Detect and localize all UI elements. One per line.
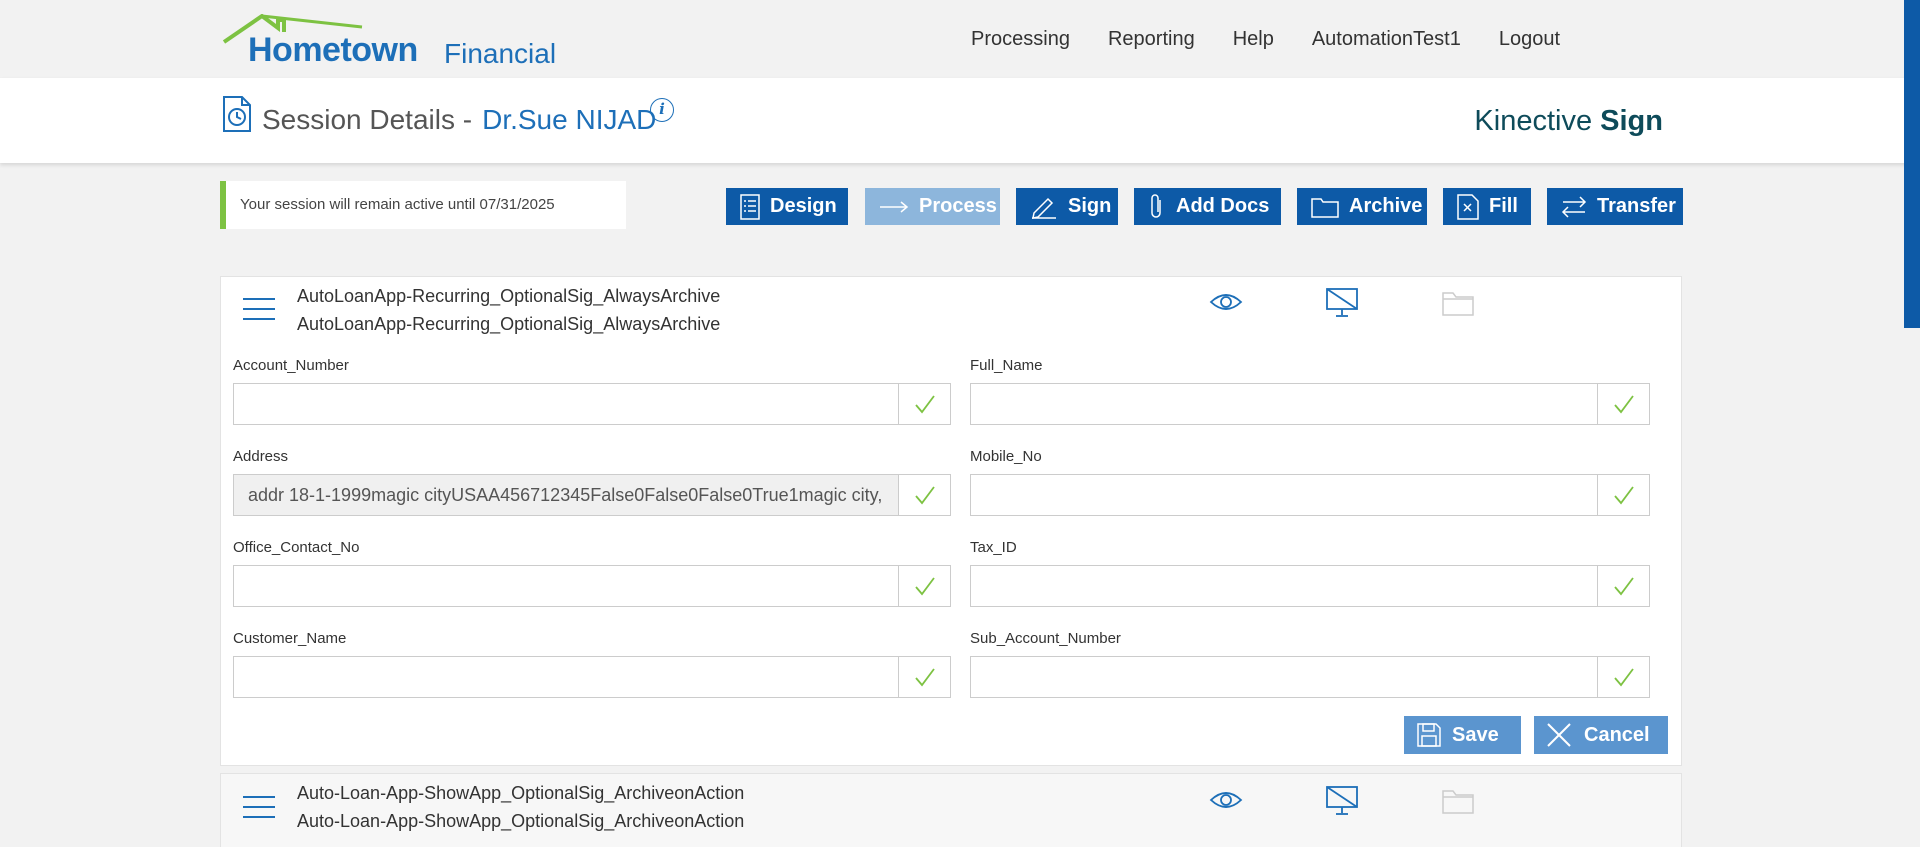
top-navbar: Hometown Financial Processing Reporting …: [0, 0, 1920, 78]
customer-name-label: Customer_Name: [233, 630, 347, 647]
full-name-input[interactable]: [971, 384, 1597, 424]
menu-icon[interactable]: [243, 298, 275, 328]
page-title: Session Details - Dr.Sue NIJAD: [262, 104, 656, 136]
address-input[interactable]: [234, 475, 898, 515]
customer-name-check-icon[interactable]: [898, 657, 950, 697]
document-panel: Auto-Loan-App-ShowApp_OptionalSig_Archiv…: [220, 773, 1682, 847]
account-number-label: Account_Number: [233, 357, 349, 374]
design-button[interactable]: Design: [726, 188, 848, 225]
document-title: AutoLoanApp-Recurring_OptionalSig_Always…: [297, 282, 720, 338]
product-name: Sign: [1600, 105, 1663, 137]
monitor-off-icon[interactable]: [1325, 287, 1359, 319]
logo-name-secondary: Financial: [444, 38, 557, 69]
office-contact-no-label: Office_Contact_No: [233, 539, 360, 556]
tax-id-label: Tax_ID: [970, 539, 1017, 556]
main-nav: Processing Reporting Help AutomationTest…: [933, 28, 1560, 51]
folder-icon: [1311, 197, 1339, 218]
fill-button[interactable]: Fill: [1443, 188, 1531, 225]
session-active-notice: Your session will remain active until 07…: [220, 181, 626, 229]
address-label: Address: [233, 448, 289, 465]
product-logo: Kinective Sign: [1474, 105, 1663, 138]
save-button-label: Save: [1452, 723, 1499, 746]
add-docs-button-label: Add Docs: [1176, 195, 1270, 217]
archive-button-label: Archive: [1349, 195, 1423, 217]
menu-icon[interactable]: [243, 796, 275, 826]
monitor-off-icon[interactable]: [1325, 785, 1359, 817]
mobile-no-input[interactable]: [971, 475, 1597, 515]
nav-processing[interactable]: Processing: [971, 28, 1070, 51]
fill-button-label: Fill: [1489, 195, 1518, 217]
sub-account-number-check-icon[interactable]: [1597, 657, 1649, 697]
logo-name-primary: Hometown: [248, 31, 418, 69]
form-fill-icon: [1457, 193, 1479, 220]
cancel-button-label: Cancel: [1584, 723, 1650, 746]
archive-button[interactable]: Archive: [1297, 188, 1427, 225]
session-customer-name: Dr.Sue NIJAD: [482, 104, 657, 135]
paperclip-icon: [1151, 193, 1161, 218]
nav-reporting[interactable]: Reporting: [1108, 28, 1195, 51]
full-name-label: Full_Name: [970, 357, 1043, 374]
process-button-label: Process: [919, 195, 997, 217]
account-number-input[interactable]: [234, 384, 898, 424]
document-title-line2: Auto-Loan-App-ShowApp_OptionalSig_Archiv…: [297, 811, 745, 831]
office-contact-no-check-icon[interactable]: [898, 566, 950, 606]
page-scrollbar[interactable]: [1904, 0, 1920, 328]
mobile-no-check-icon[interactable]: [1597, 475, 1649, 515]
sign-button[interactable]: Sign: [1016, 188, 1118, 225]
folder-disabled-icon: [1442, 790, 1474, 814]
address-field: [233, 474, 951, 516]
tax-id-input[interactable]: [971, 566, 1597, 606]
hometown-logo[interactable]: Hometown Financial: [222, 14, 562, 70]
sign-button-label: Sign: [1068, 195, 1112, 217]
transfer-button[interactable]: Transfer: [1547, 188, 1683, 225]
account-number-check-icon[interactable]: [898, 384, 950, 424]
address-check-icon[interactable]: [898, 475, 950, 515]
mobile-no-label: Mobile_No: [970, 448, 1042, 465]
tax-id-field: [970, 565, 1650, 607]
cancel-button[interactable]: Cancel: [1534, 716, 1668, 754]
add-docs-button[interactable]: Add Docs: [1134, 188, 1281, 225]
checklist-icon: [740, 193, 760, 220]
design-button-label: Design: [770, 195, 837, 217]
info-icon[interactable]: i: [650, 98, 674, 122]
account-number-field: [233, 383, 951, 425]
sub-account-number-input[interactable]: [971, 657, 1597, 697]
nav-help[interactable]: Help: [1233, 28, 1274, 51]
eye-preview-icon[interactable]: [1209, 291, 1243, 313]
arrow-right-icon: [880, 200, 909, 213]
nav-logout[interactable]: Logout: [1499, 28, 1560, 51]
pen-signature-icon: [1032, 197, 1056, 219]
transfer-arrows-icon: [1561, 195, 1587, 218]
save-button[interactable]: Save: [1404, 716, 1521, 754]
save-disk-icon: [1417, 723, 1441, 747]
customer-name-field: [233, 656, 951, 698]
nav-user-menu[interactable]: AutomationTest1: [1312, 28, 1461, 51]
full-name-field: [970, 383, 1650, 425]
session-header: Session Details - Dr.Sue NIJAD i Kinectiv…: [0, 78, 1920, 163]
document-title: Auto-Loan-App-ShowApp_OptionalSig_Archiv…: [297, 779, 744, 835]
mobile-no-field: [970, 474, 1650, 516]
eye-preview-icon[interactable]: [1209, 789, 1243, 811]
document-title-line1: Auto-Loan-App-ShowApp_OptionalSig_Archiv…: [297, 783, 745, 803]
document-title-line1: AutoLoanApp-Recurring_OptionalSig_Always…: [297, 286, 721, 306]
transfer-button-label: Transfer: [1597, 195, 1676, 217]
full-name-check-icon[interactable]: [1597, 384, 1649, 424]
document-title-line2: AutoLoanApp-Recurring_OptionalSig_Always…: [297, 314, 721, 334]
close-icon: [1547, 723, 1571, 747]
folder-disabled-icon: [1442, 292, 1474, 316]
page-title-label: Session Details -: [262, 104, 473, 135]
process-button[interactable]: Process: [865, 188, 1000, 225]
office-contact-no-field: [233, 565, 951, 607]
document-panel: AutoLoanApp-Recurring_OptionalSig_Always…: [220, 276, 1682, 766]
office-contact-no-input[interactable]: [234, 566, 898, 606]
product-prefix: Kinective: [1474, 105, 1593, 137]
sub-account-number-field: [970, 656, 1650, 698]
sub-account-number-label: Sub_Account_Number: [970, 630, 1121, 647]
tax-id-check-icon[interactable]: [1597, 566, 1649, 606]
customer-name-input[interactable]: [234, 657, 898, 697]
document-history-icon: [223, 96, 251, 132]
